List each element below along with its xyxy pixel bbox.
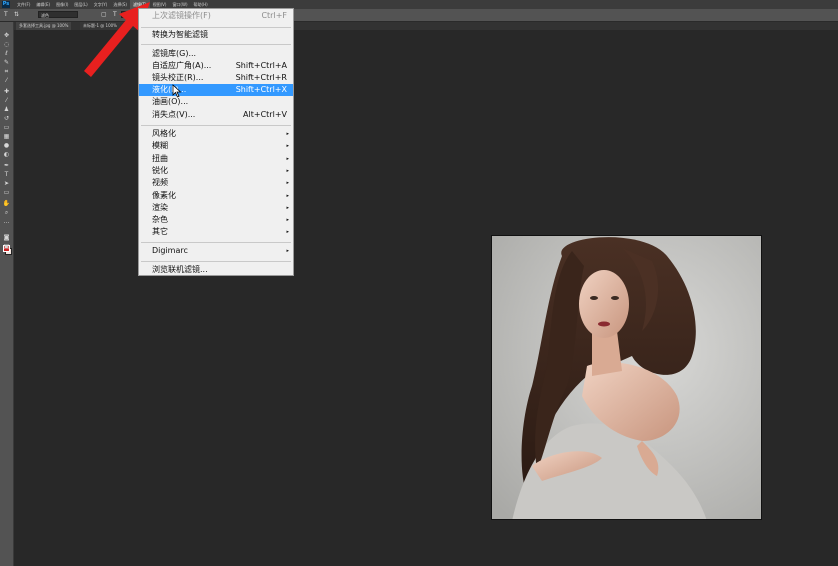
type-tool-icon[interactable]: T [4,11,8,18]
menu-bar: Ps 文件(F) 编辑(E) 图像(I) 图层(L) 文字(Y) 选择(S) 滤… [0,0,838,9]
menu-item-other[interactable]: 其它 ▸ [139,226,293,238]
menu-item-render[interactable]: 渲染 ▸ [139,202,293,214]
menu-item-noise[interactable]: 杂色 ▸ [139,214,293,226]
menu-item-video[interactable]: 视频 ▸ [139,177,293,189]
menu-separator [141,27,291,28]
photoshop-logo: Ps [2,1,10,8]
gradient-tool-icon[interactable]: ▦ [2,133,11,140]
menu-item-pixelate[interactable]: 像素化 ▸ [139,190,293,202]
document-tab[interactable]: 未标题-1 @ 100% [80,22,120,30]
menu-item-adaptive-wide-angle[interactable]: 自适应广角(A)... Shift+Ctrl+A [139,60,293,72]
menu-layer[interactable]: 图层(L) [71,0,90,9]
submenu-arrow-icon: ▸ [286,193,289,199]
menu-select[interactable]: 选择(S) [110,0,130,9]
menu-item-liquify[interactable]: 液化(L)... Shift+Ctrl+X [139,84,293,96]
menu-type[interactable]: 文字(Y) [91,0,111,9]
document-tab[interactable]: 多套选择工具.jpg @ 100% [16,22,72,30]
shape-tool-icon[interactable]: ▭ [2,189,11,196]
menu-edit[interactable]: 编辑(E) [33,0,53,9]
history-brush-tool-icon[interactable]: ↺ [2,115,11,122]
eyedropper-tool-icon[interactable]: ⁄ [2,77,11,84]
portrait-illustration [492,236,761,519]
stamp-tool-icon[interactable]: ♟ [2,106,11,113]
submenu-arrow-icon: ▸ [286,131,289,137]
eraser-tool-icon[interactable]: ▭ [2,124,11,131]
menu-item-distort[interactable]: 扭曲 ▸ [139,153,293,165]
mouse-cursor-icon [172,84,182,98]
move-tool-icon[interactable]: ✥ [2,32,11,39]
menu-item-filter-gallery[interactable]: 滤镜库(G)... [139,48,293,60]
marquee-tool-icon[interactable]: ◌ [2,41,11,48]
menu-item-digimarc[interactable]: Digimarc ▸ [139,245,293,257]
text-tool-icon[interactable]: T [2,171,11,178]
font-family-select[interactable]: 滤色 [38,11,78,18]
hand-tool-icon[interactable]: ✋ [2,200,11,207]
menu-item-vanishing-point[interactable]: 消失点(V)... Alt+Ctrl+V [139,109,293,121]
filter-menu: 上次滤镜操作(F) Ctrl+F 转换为智能滤镜 滤镜库(G)... 自适应广角… [138,8,294,276]
menu-item-browse-filters-online[interactable]: 浏览联机滤镜... [139,264,293,276]
submenu-arrow-icon: ▸ [286,143,289,149]
portrait-image [491,235,762,520]
healing-tool-icon[interactable]: ✚ [2,88,11,95]
brush-tool-icon[interactable]: ⁄ [2,97,11,104]
menu-item-sharpen[interactable]: 锐化 ▸ [139,165,293,177]
menu-item-stylize[interactable]: 风格化 ▸ [139,128,293,140]
menu-file[interactable]: 文件(F) [14,0,33,9]
submenu-arrow-icon: ▸ [286,217,289,223]
submenu-arrow-icon: ▸ [286,229,289,235]
lasso-tool-icon[interactable]: ℓ [2,50,11,57]
zoom-tool-icon[interactable]: ⌕ [2,209,11,216]
menu-item-lens-correction[interactable]: 镜头校正(R)... Shift+Ctrl+R [139,72,293,84]
menu-item-blur[interactable]: 模糊 ▸ [139,140,293,152]
menu-item-oil-paint[interactable]: 油画(O)... [139,96,293,108]
orientation-toggle-icon[interactable]: ⇅ [14,11,19,18]
quick-select-tool-icon[interactable]: ✎ [2,59,11,66]
menu-item-last-filter[interactable]: 上次滤镜操作(F) Ctrl+F [139,10,293,22]
screen-mode-icon[interactable]: ▣ [2,243,11,250]
menu-item-convert-smart-filters[interactable]: 转换为智能滤镜 [139,29,293,41]
tools-panel: ✥ ◌ ℓ ✎ ⌗ ⁄ ✚ ⁄ ♟ ↺ ▭ ▦ ● ◐ ✒ T ➤ ▭ ✋ ⌕ … [0,22,14,566]
menu-separator [141,261,291,262]
menu-separator [141,125,291,126]
menu-image[interactable]: 图像(I) [53,0,71,9]
submenu-arrow-icon: ▸ [286,205,289,211]
path-select-tool-icon[interactable]: ➤ [2,180,11,187]
options-bar: T ⇅ 滤色 ▢ T 滤色 [0,9,838,22]
submenu-arrow-icon: ▸ [286,168,289,174]
dodge-tool-icon[interactable]: ◐ [2,151,11,158]
pen-tool-icon[interactable]: ✒ [2,162,11,169]
more-tools-icon[interactable]: … [2,218,11,225]
menu-separator [141,242,291,243]
font-size-field[interactable]: 滤色 [121,11,137,18]
font-style-icon[interactable]: ▢ [101,11,107,18]
blur-tool-icon[interactable]: ● [2,142,11,149]
submenu-arrow-icon: ▸ [286,156,289,162]
submenu-arrow-icon: ▸ [286,180,289,186]
submenu-arrow-icon: ▸ [286,248,289,254]
quick-mask-icon[interactable]: ◙ [2,234,11,241]
menu-separator [141,44,291,45]
font-size-icon[interactable]: T [113,11,117,18]
crop-tool-icon[interactable]: ⌗ [2,68,11,75]
